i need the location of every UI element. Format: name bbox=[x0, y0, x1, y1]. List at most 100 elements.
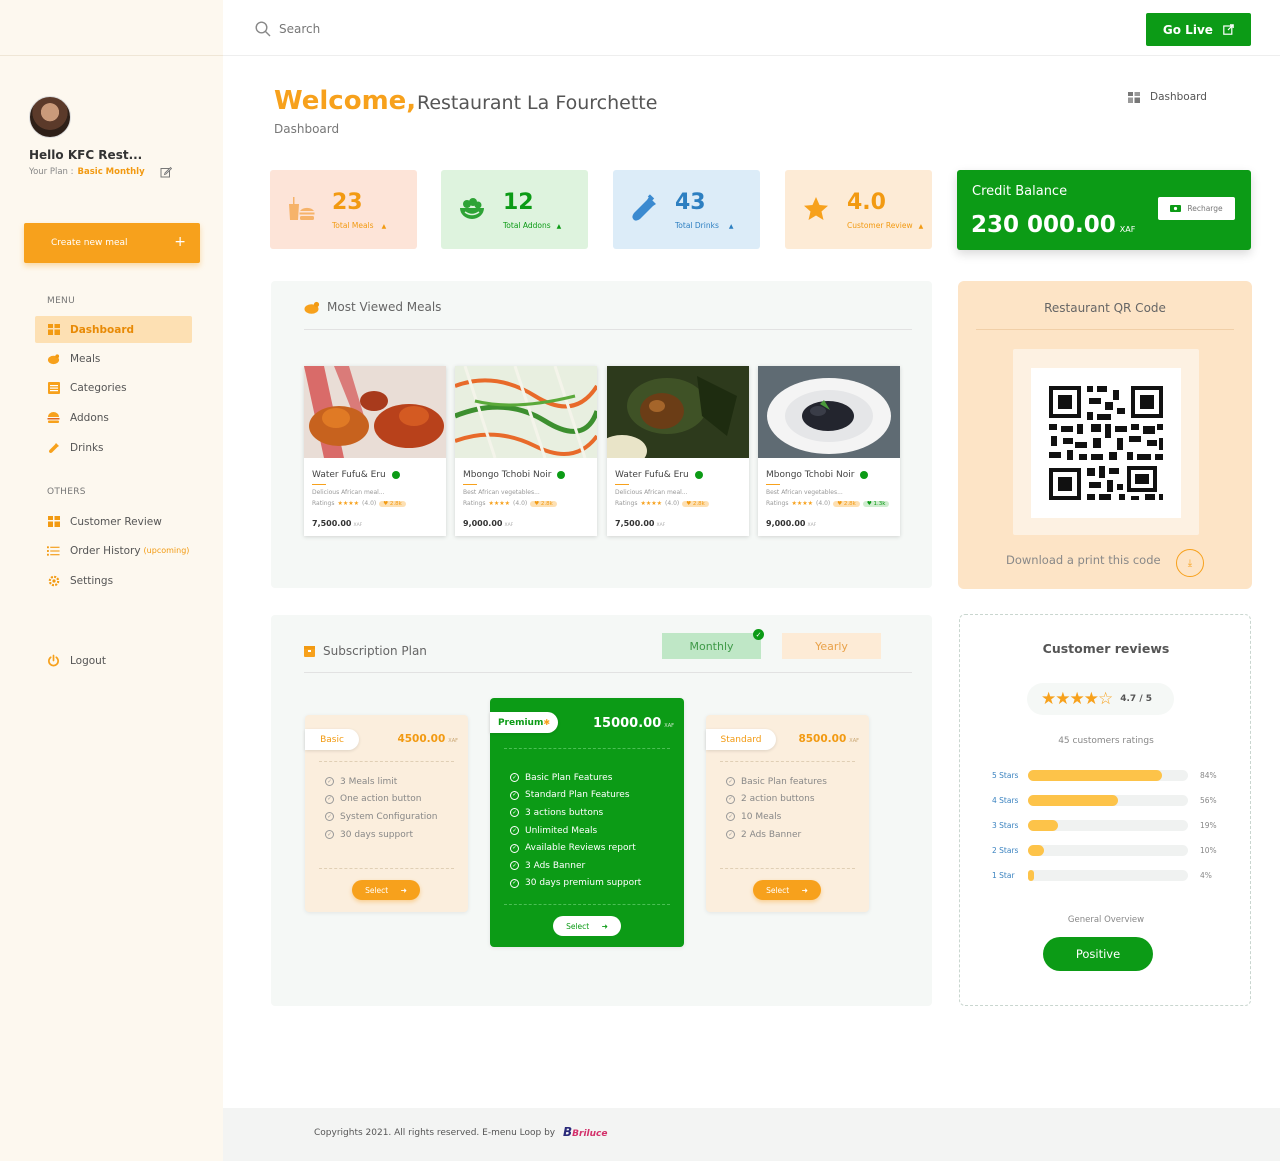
meal-currency: XAF bbox=[807, 523, 817, 528]
sidebar-item-dashboard[interactable]: Dashboard bbox=[35, 316, 192, 343]
external-link-icon bbox=[1223, 23, 1234, 35]
check-circle-icon: ✓ bbox=[726, 812, 735, 822]
bottle-icon bbox=[47, 441, 60, 454]
rating-bar-track bbox=[1028, 794, 1188, 806]
meal-name-text: Mbongo Tchobi Noir bbox=[766, 470, 855, 480]
sidebar-item-meals[interactable]: Meals bbox=[35, 345, 192, 372]
meal-card[interactable]: Water Fufu& Eru Delicious African meal..… bbox=[304, 366, 446, 536]
sidebar-item-customer-review[interactable]: Customer Review bbox=[35, 508, 192, 535]
ratings-label: Ratings bbox=[312, 500, 335, 507]
briluce-logo[interactable]: BBriluce bbox=[563, 1125, 607, 1139]
plan-feature: ✓ 3 Meals limit bbox=[325, 773, 437, 791]
stat-card-meals[interactable]: 23 Total Meals ▲ bbox=[270, 170, 417, 249]
stat-label: Total Meals ▲ bbox=[332, 221, 386, 230]
meal-image bbox=[597, 366, 749, 467]
plan-name-tag: Basic bbox=[305, 729, 359, 750]
select-plan-button[interactable]: Select ➜ bbox=[553, 916, 621, 936]
plan-feature: ✓ 30 days support bbox=[325, 826, 437, 844]
avatar[interactable] bbox=[29, 96, 71, 138]
meal-underline bbox=[615, 484, 629, 485]
plan-name[interactable]: Basic Monthly bbox=[78, 167, 145, 177]
meal-price: 7,500.00 XAF bbox=[615, 519, 665, 528]
meal-ratings: Ratings ★★★★ (4.0) ♥ 2.8k ♥ 1.3k bbox=[766, 500, 890, 507]
check-circle-icon: ✓ bbox=[510, 773, 519, 783]
most-viewed-title-text: Most Viewed Meals bbox=[327, 300, 442, 314]
select-plan-button[interactable]: Select ➜ bbox=[753, 880, 821, 900]
sidebar-item-categories[interactable]: Categories bbox=[35, 374, 192, 401]
trend-up-icon: ▲ bbox=[556, 223, 562, 230]
qr-code-image[interactable] bbox=[1031, 368, 1181, 518]
stat-label: Customer Review ▲ bbox=[847, 221, 923, 230]
search-input[interactable] bbox=[279, 17, 579, 41]
breadcrumb[interactable]: Dashboard bbox=[1128, 91, 1207, 103]
select-label: Select bbox=[566, 921, 590, 931]
meal-card[interactable]: Mbongo Tchobi Noir Best African vegetabl… bbox=[758, 366, 900, 536]
ratings-label: Ratings bbox=[463, 500, 486, 507]
plan-card-basic[interactable]: Basic 4500.00 XAF ✓ 3 Meals limit ✓ One act… bbox=[305, 715, 468, 912]
list-icon bbox=[47, 544, 60, 557]
monthly-label: Monthly bbox=[689, 639, 734, 653]
meal-name: Mbongo Tchobi Noir bbox=[766, 470, 869, 480]
meal-description: Best African vegetables... bbox=[766, 489, 843, 496]
meal-card[interactable]: Water Fufu& Eru Delicious African meal..… bbox=[597, 366, 749, 536]
rating-row-3: 3 Stars 19% bbox=[992, 818, 1222, 832]
sidebar-item-order-history[interactable]: Order History (upcoming) bbox=[35, 537, 192, 564]
meal-description: Delicious African meal... bbox=[615, 489, 688, 496]
sidebar-item-addons[interactable]: Addons bbox=[35, 404, 192, 431]
stat-card-review[interactable]: 4.0 Customer Review ▲ bbox=[785, 170, 932, 249]
rating-row-percent: 10% bbox=[1200, 845, 1217, 855]
rating-row-1: 1 Star 4% bbox=[992, 868, 1222, 882]
create-new-meal-button[interactable]: Create new meal + bbox=[24, 223, 200, 263]
plan-feature-text: Basic Plan Features bbox=[525, 772, 613, 783]
plan-divider bbox=[319, 868, 454, 869]
download-qr-button[interactable]: ⤓ bbox=[1176, 549, 1204, 577]
rating-row-label: 1 Star bbox=[992, 870, 1015, 880]
dashboard-icon bbox=[47, 323, 60, 336]
plan-feature-text: 3 Ads Banner bbox=[525, 860, 586, 871]
sidebar-item-label: Order History bbox=[70, 544, 141, 557]
plan-feature-list: ✓ 3 Meals limit ✓ One action button ✓ Syste… bbox=[325, 773, 437, 843]
plan-feature-text: One action button bbox=[340, 794, 422, 805]
logout-button[interactable]: Logout bbox=[35, 647, 192, 674]
stat-card-drinks[interactable]: 43 Total Drinks ▲ bbox=[613, 170, 760, 249]
meal-ratings: Ratings ★★★★ (4.0) ♥ 2.8k bbox=[615, 500, 709, 507]
meal-card[interactable]: Mbongo Tchobi Noir Best African vegetabl… bbox=[454, 365, 600, 536]
rating-bar-track bbox=[1028, 769, 1188, 781]
plan-feature-text: 2 Ads Banner bbox=[741, 829, 802, 840]
qr-frame bbox=[1013, 349, 1199, 535]
check-circle-icon: ✓ bbox=[325, 777, 334, 787]
yearly-toggle[interactable]: Yearly bbox=[782, 633, 881, 659]
plan-feature-text: Basic Plan features bbox=[741, 776, 827, 787]
subscription-title: Subscription Plan bbox=[304, 644, 427, 658]
available-dot bbox=[860, 471, 869, 479]
others-section-label: OTHERS bbox=[47, 487, 86, 497]
sidebar-item-label: Dashboard bbox=[70, 323, 135, 336]
recharge-button[interactable]: Recharge bbox=[1158, 197, 1235, 220]
credit-currency: XAF bbox=[1119, 225, 1136, 234]
views-pill-text: 2.8k bbox=[843, 500, 856, 507]
select-plan-button[interactable]: Select ➜ bbox=[352, 880, 420, 900]
plan-feature: ✓ 2 Ads Banner bbox=[726, 826, 827, 844]
plan-card-standard[interactable]: Standard 8500.00 XAF ✓ Basic Plan features… bbox=[706, 715, 869, 912]
plan-feature: ✓ 2 action buttons bbox=[726, 791, 827, 809]
sidebar-item-label: Drinks bbox=[70, 441, 104, 454]
rating-row-label: 4 Stars bbox=[992, 795, 1019, 805]
meal-ratings: Ratings ★★★★ (4.0) ♥ 2.8k bbox=[312, 500, 406, 507]
overview-badge[interactable]: Positive bbox=[1043, 937, 1153, 971]
stat-value: 43 bbox=[675, 190, 706, 215]
sidebar-top-bar bbox=[0, 0, 223, 56]
breadcrumb-label: Dashboard bbox=[1150, 91, 1207, 103]
sidebar-item-settings[interactable]: Settings bbox=[35, 567, 192, 594]
go-live-button[interactable]: Go Live bbox=[1146, 13, 1251, 46]
stat-card-addons[interactable]: 12 Total Addons ▲ bbox=[441, 170, 588, 249]
monthly-toggle[interactable]: Monthly bbox=[662, 633, 761, 659]
qr-download-text: Download a print this code bbox=[1006, 553, 1161, 567]
plan-card-premium[interactable]: Premium ✱ 15000.00 XAF ✓ Basic Plan Feature… bbox=[490, 698, 684, 947]
ratings-label: Ratings bbox=[615, 500, 638, 507]
rating-bar-fill bbox=[1028, 844, 1044, 856]
edit-icon[interactable] bbox=[160, 166, 172, 178]
rating-row-2: 2 Stars 10% bbox=[992, 843, 1222, 857]
sidebar-item-drinks[interactable]: Drinks bbox=[35, 434, 192, 461]
restaurant-name: Restaurant La Fourchette bbox=[417, 92, 658, 114]
check-circle-icon: ✓ bbox=[510, 808, 519, 818]
